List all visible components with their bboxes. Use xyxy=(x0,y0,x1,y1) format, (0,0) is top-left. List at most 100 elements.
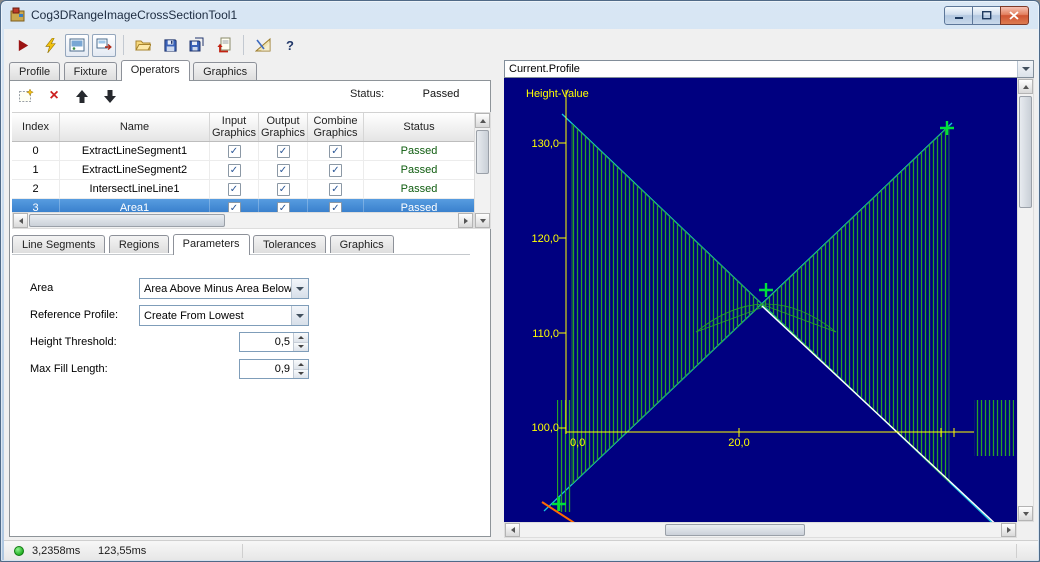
add-operator-button[interactable] xyxy=(16,86,36,106)
scroll-right-button[interactable] xyxy=(1001,523,1016,537)
execution-time: 3,2358ms xyxy=(32,545,81,557)
scroll-left-button[interactable] xyxy=(13,213,28,228)
combine-graphics-checkbox[interactable]: ✓ xyxy=(329,144,342,158)
help-button[interactable]: ? xyxy=(278,34,302,57)
operator-toolbar: × xyxy=(16,85,120,107)
show-result-button[interactable] xyxy=(92,33,116,57)
scroll-up-button[interactable] xyxy=(1018,79,1033,94)
save-as-button[interactable] xyxy=(185,34,209,57)
triangle-down-icon xyxy=(1022,511,1029,516)
tab-label: Tolerances xyxy=(262,239,317,251)
total-time: 123,55ms xyxy=(98,545,147,557)
combine-graphics-checkbox[interactable]: ✓ xyxy=(329,182,342,196)
output-graphics-checkbox[interactable]: ✓ xyxy=(276,144,290,158)
tab-graphics[interactable]: Graphics xyxy=(193,62,258,80)
main-tab-strip: Profile Fixture Operators Graphics xyxy=(9,60,258,81)
tab-parameters[interactable]: Parameters xyxy=(172,234,250,255)
tab-line-segments[interactable]: Line Segments xyxy=(12,235,106,253)
input-graphics-checkbox[interactable]: ✓ xyxy=(227,144,241,158)
table-hscrollbar[interactable] xyxy=(12,212,474,229)
cell-name: ExtractLineSegment2 xyxy=(60,161,210,179)
new-item-icon xyxy=(18,88,34,102)
scroll-thumb[interactable] xyxy=(1019,96,1032,208)
reference-profile-select[interactable]: Create From Lowest xyxy=(139,305,309,326)
toolbar-separator xyxy=(243,35,244,55)
operator-row-2[interactable]: 2 IntersectLineLine1 ✓ ✓ ✓ Passed xyxy=(12,180,474,199)
operators-panel: × Status: Passed Index Name Input Graphi… xyxy=(9,80,491,537)
tab-label: Graphics xyxy=(339,239,384,251)
profile-selector[interactable]: Current.Profile xyxy=(504,60,1034,78)
save-button[interactable] xyxy=(158,34,182,57)
table-vscrollbar[interactable] xyxy=(474,112,491,229)
tab-profile[interactable]: Profile xyxy=(9,62,61,80)
show-image-button[interactable] xyxy=(65,33,89,57)
scroll-left-button[interactable] xyxy=(505,523,520,537)
tab-tolerances[interactable]: Tolerances xyxy=(252,235,327,253)
close-button[interactable] xyxy=(1000,6,1029,25)
minimize-button[interactable] xyxy=(944,6,973,25)
dropdown-button[interactable] xyxy=(291,306,308,325)
input-graphics-checkbox[interactable]: ✓ xyxy=(227,182,241,196)
delete-operator-button[interactable]: × xyxy=(44,86,64,106)
output-graphics-checkbox[interactable]: ✓ xyxy=(276,163,290,177)
operator-row-0[interactable]: 0 ExtractLineSegment1 ✓ ✓ ✓ Passed xyxy=(12,142,474,161)
height-threshold-input[interactable] xyxy=(240,333,293,351)
setup-button[interactable] xyxy=(251,34,275,57)
profile-hscrollbar[interactable] xyxy=(504,522,1017,538)
tab-operators[interactable]: Operators xyxy=(120,60,190,81)
trigger-button[interactable] xyxy=(38,34,62,57)
dropdown-button[interactable] xyxy=(291,279,308,298)
spin-up-button[interactable] xyxy=(294,333,308,343)
scroll-right-button[interactable] xyxy=(458,213,473,228)
maximize-button[interactable] xyxy=(972,6,1001,25)
col-header-combine-graphics[interactable]: Combine Graphics xyxy=(308,113,364,141)
run-button[interactable] xyxy=(11,34,35,57)
open-folder-icon xyxy=(135,40,151,51)
col-header-status[interactable]: Status xyxy=(364,113,474,141)
move-down-button[interactable] xyxy=(100,86,120,106)
col-header-index[interactable]: Index xyxy=(12,113,60,141)
profile-graphics-view[interactable]: Height-Value 130,0 120,0 110,0 100,0 0,0… xyxy=(504,78,1017,535)
tab-label: Operators xyxy=(130,64,180,76)
triangle-up-icon xyxy=(479,118,486,123)
check-icon: ✓ xyxy=(331,164,340,176)
profile-canvas[interactable]: Height-Value 130,0 120,0 110,0 100,0 0,0… xyxy=(504,78,1017,535)
move-up-button[interactable] xyxy=(72,86,92,106)
input-graphics-checkbox[interactable]: ✓ xyxy=(227,163,241,177)
scroll-down-button[interactable] xyxy=(475,213,490,228)
area-select-value: Area Above Minus Area Below xyxy=(144,282,291,295)
y-tick-label: 100,0 xyxy=(531,422,559,434)
tab-regions[interactable]: Regions xyxy=(108,235,170,253)
dropdown-button[interactable] xyxy=(1017,61,1033,77)
tab-graphics-lower[interactable]: Graphics xyxy=(329,235,394,253)
scroll-thumb[interactable] xyxy=(476,130,489,174)
scroll-up-button[interactable] xyxy=(475,113,490,128)
scroll-down-button[interactable] xyxy=(1018,506,1033,521)
scroll-thumb[interactable] xyxy=(665,524,805,536)
operator-row-1[interactable]: 1 ExtractLineSegment2 ✓ ✓ ✓ Passed xyxy=(12,161,474,180)
col-header-input-graphics[interactable]: Input Graphics xyxy=(210,113,259,141)
spin-down-button[interactable] xyxy=(294,369,308,378)
area-select[interactable]: Area Above Minus Area Below xyxy=(139,278,309,299)
scroll-thumb[interactable] xyxy=(29,214,225,227)
save-icon xyxy=(163,38,177,52)
help-icon: ? xyxy=(286,37,294,53)
col-header-output-graphics[interactable]: Output Graphics xyxy=(259,113,308,141)
import-icon xyxy=(217,37,231,53)
x-tick-label: 0,0 xyxy=(570,437,585,449)
import-button[interactable] xyxy=(212,34,236,57)
profile-vscrollbar[interactable] xyxy=(1017,78,1034,522)
y-tick-label: 110,0 xyxy=(532,328,559,340)
combine-graphics-checkbox[interactable]: ✓ xyxy=(329,163,342,177)
output-graphics-checkbox[interactable]: ✓ xyxy=(276,182,290,196)
max-fill-length-input[interactable] xyxy=(240,360,293,378)
open-button[interactable] xyxy=(131,34,155,57)
spin-down-button[interactable] xyxy=(294,342,308,351)
tab-fixture[interactable]: Fixture xyxy=(63,62,118,80)
col-header-name[interactable]: Name xyxy=(60,113,210,141)
chevron-down-icon xyxy=(1021,67,1030,71)
statusbar-divider xyxy=(1016,544,1017,558)
run-icon xyxy=(18,39,28,51)
spin-up-button[interactable] xyxy=(294,360,308,370)
triangle-up-icon xyxy=(298,335,304,339)
